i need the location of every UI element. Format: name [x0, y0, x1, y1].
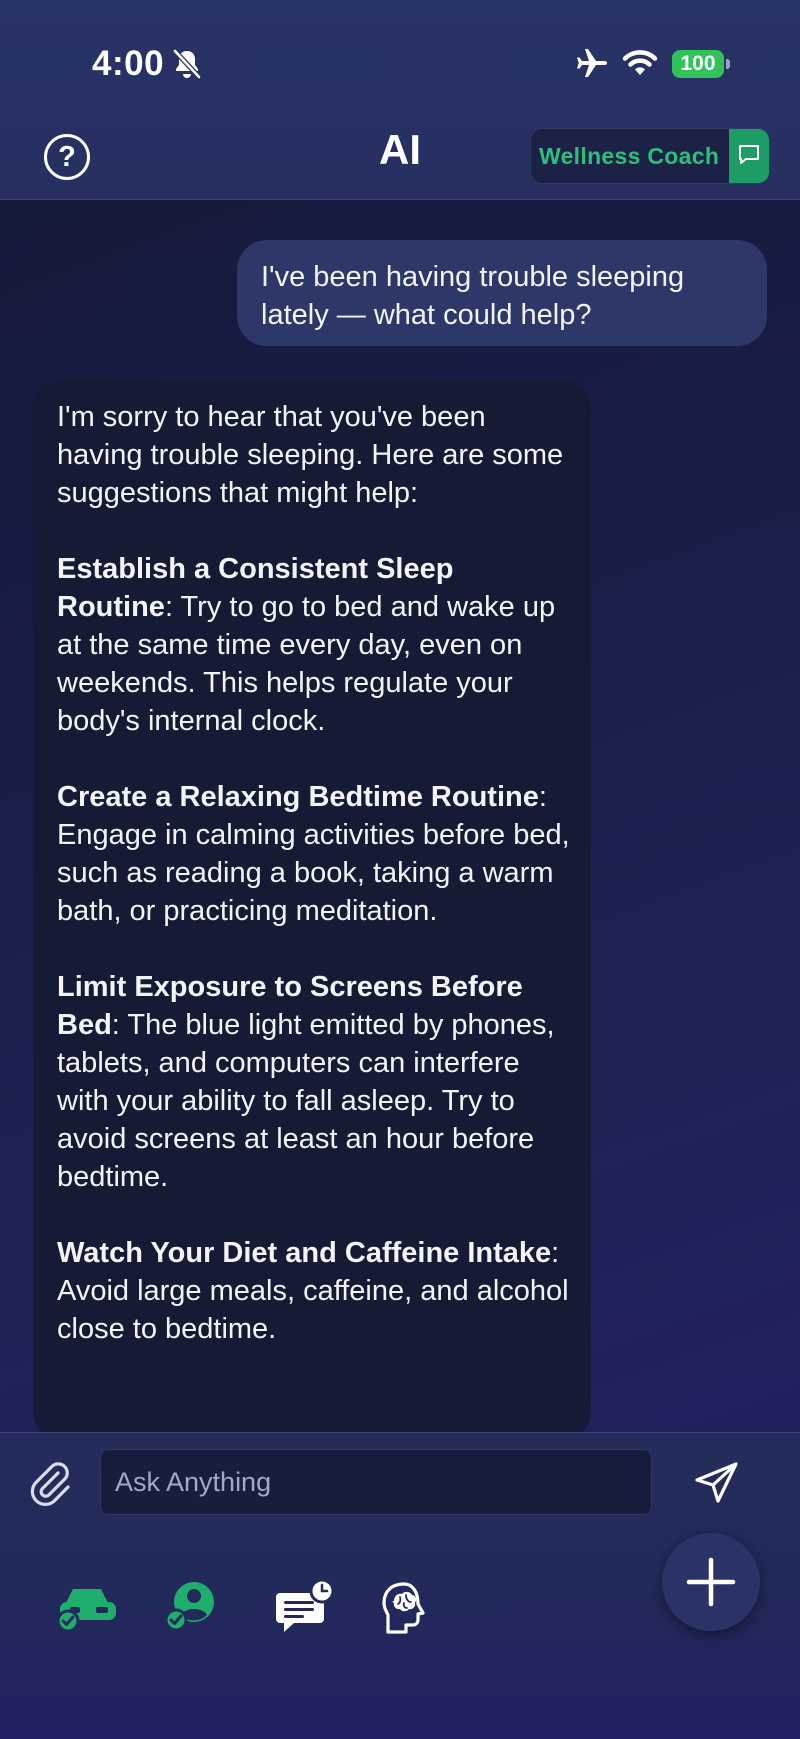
status-time: 4:00 — [92, 44, 165, 83]
wellness-coach-label: Wellness Coach — [539, 143, 720, 169]
head-brain-icon[interactable] — [380, 1581, 428, 1635]
tip-title: Create a Relaxing Bedtime Routine — [57, 781, 539, 813]
tip-body: : The blue light emitted by phones, tabl… — [57, 1009, 555, 1193]
user-message-bubble: I've been having trouble sleeping lately… — [237, 240, 767, 346]
wifi-icon — [622, 50, 658, 75]
bell-slash-icon — [173, 49, 201, 79]
plus-icon — [686, 1557, 736, 1607]
help-button[interactable]: ? — [44, 134, 90, 180]
user-message-text: I've been having trouble sleeping lately… — [261, 261, 685, 331]
car-check-icon[interactable] — [56, 1583, 120, 1631]
page-title: AI — [379, 126, 421, 173]
tip-item: Establish a Consistent Sleep Routine: Tr… — [57, 550, 571, 740]
battery-tip — [726, 59, 730, 69]
battery-indicator: 100 — [672, 50, 724, 78]
app-header: 4:00 100 ? AI Wellness Coach — [0, 0, 800, 200]
tip-item: Limit Exposure to Screens Before Bed: Th… — [57, 968, 571, 1196]
paperclip-icon[interactable] — [28, 1459, 72, 1507]
send-icon[interactable] — [694, 1461, 740, 1505]
tip-title: Watch Your Diet and Caffeine Intake — [57, 1237, 552, 1269]
ask-anything-input[interactable] — [100, 1449, 652, 1515]
coach-icon-box — [729, 129, 769, 183]
chat-bubble-icon — [739, 145, 759, 164]
ai-response-bubble: I'm sorry to hear that you've been havin… — [33, 380, 591, 1440]
wellness-coach-button[interactable]: Wellness Coach — [530, 128, 770, 184]
tip-item: Create a Relaxing Bedtime Routine: Engag… — [57, 778, 571, 930]
tip-item: Watch Your Diet and Caffeine Intake: Avo… — [57, 1234, 571, 1348]
chat-clock-icon[interactable] — [272, 1579, 336, 1635]
person-check-icon[interactable] — [164, 1580, 220, 1632]
new-chat-fab[interactable] — [662, 1533, 760, 1631]
ai-chat-screen: 4:00 100 ? AI Wellness Coach I've been h… — [0, 0, 800, 1739]
airplane-icon — [577, 49, 607, 77]
ai-intro-text: I'm sorry to hear that you've been havin… — [57, 401, 564, 509]
